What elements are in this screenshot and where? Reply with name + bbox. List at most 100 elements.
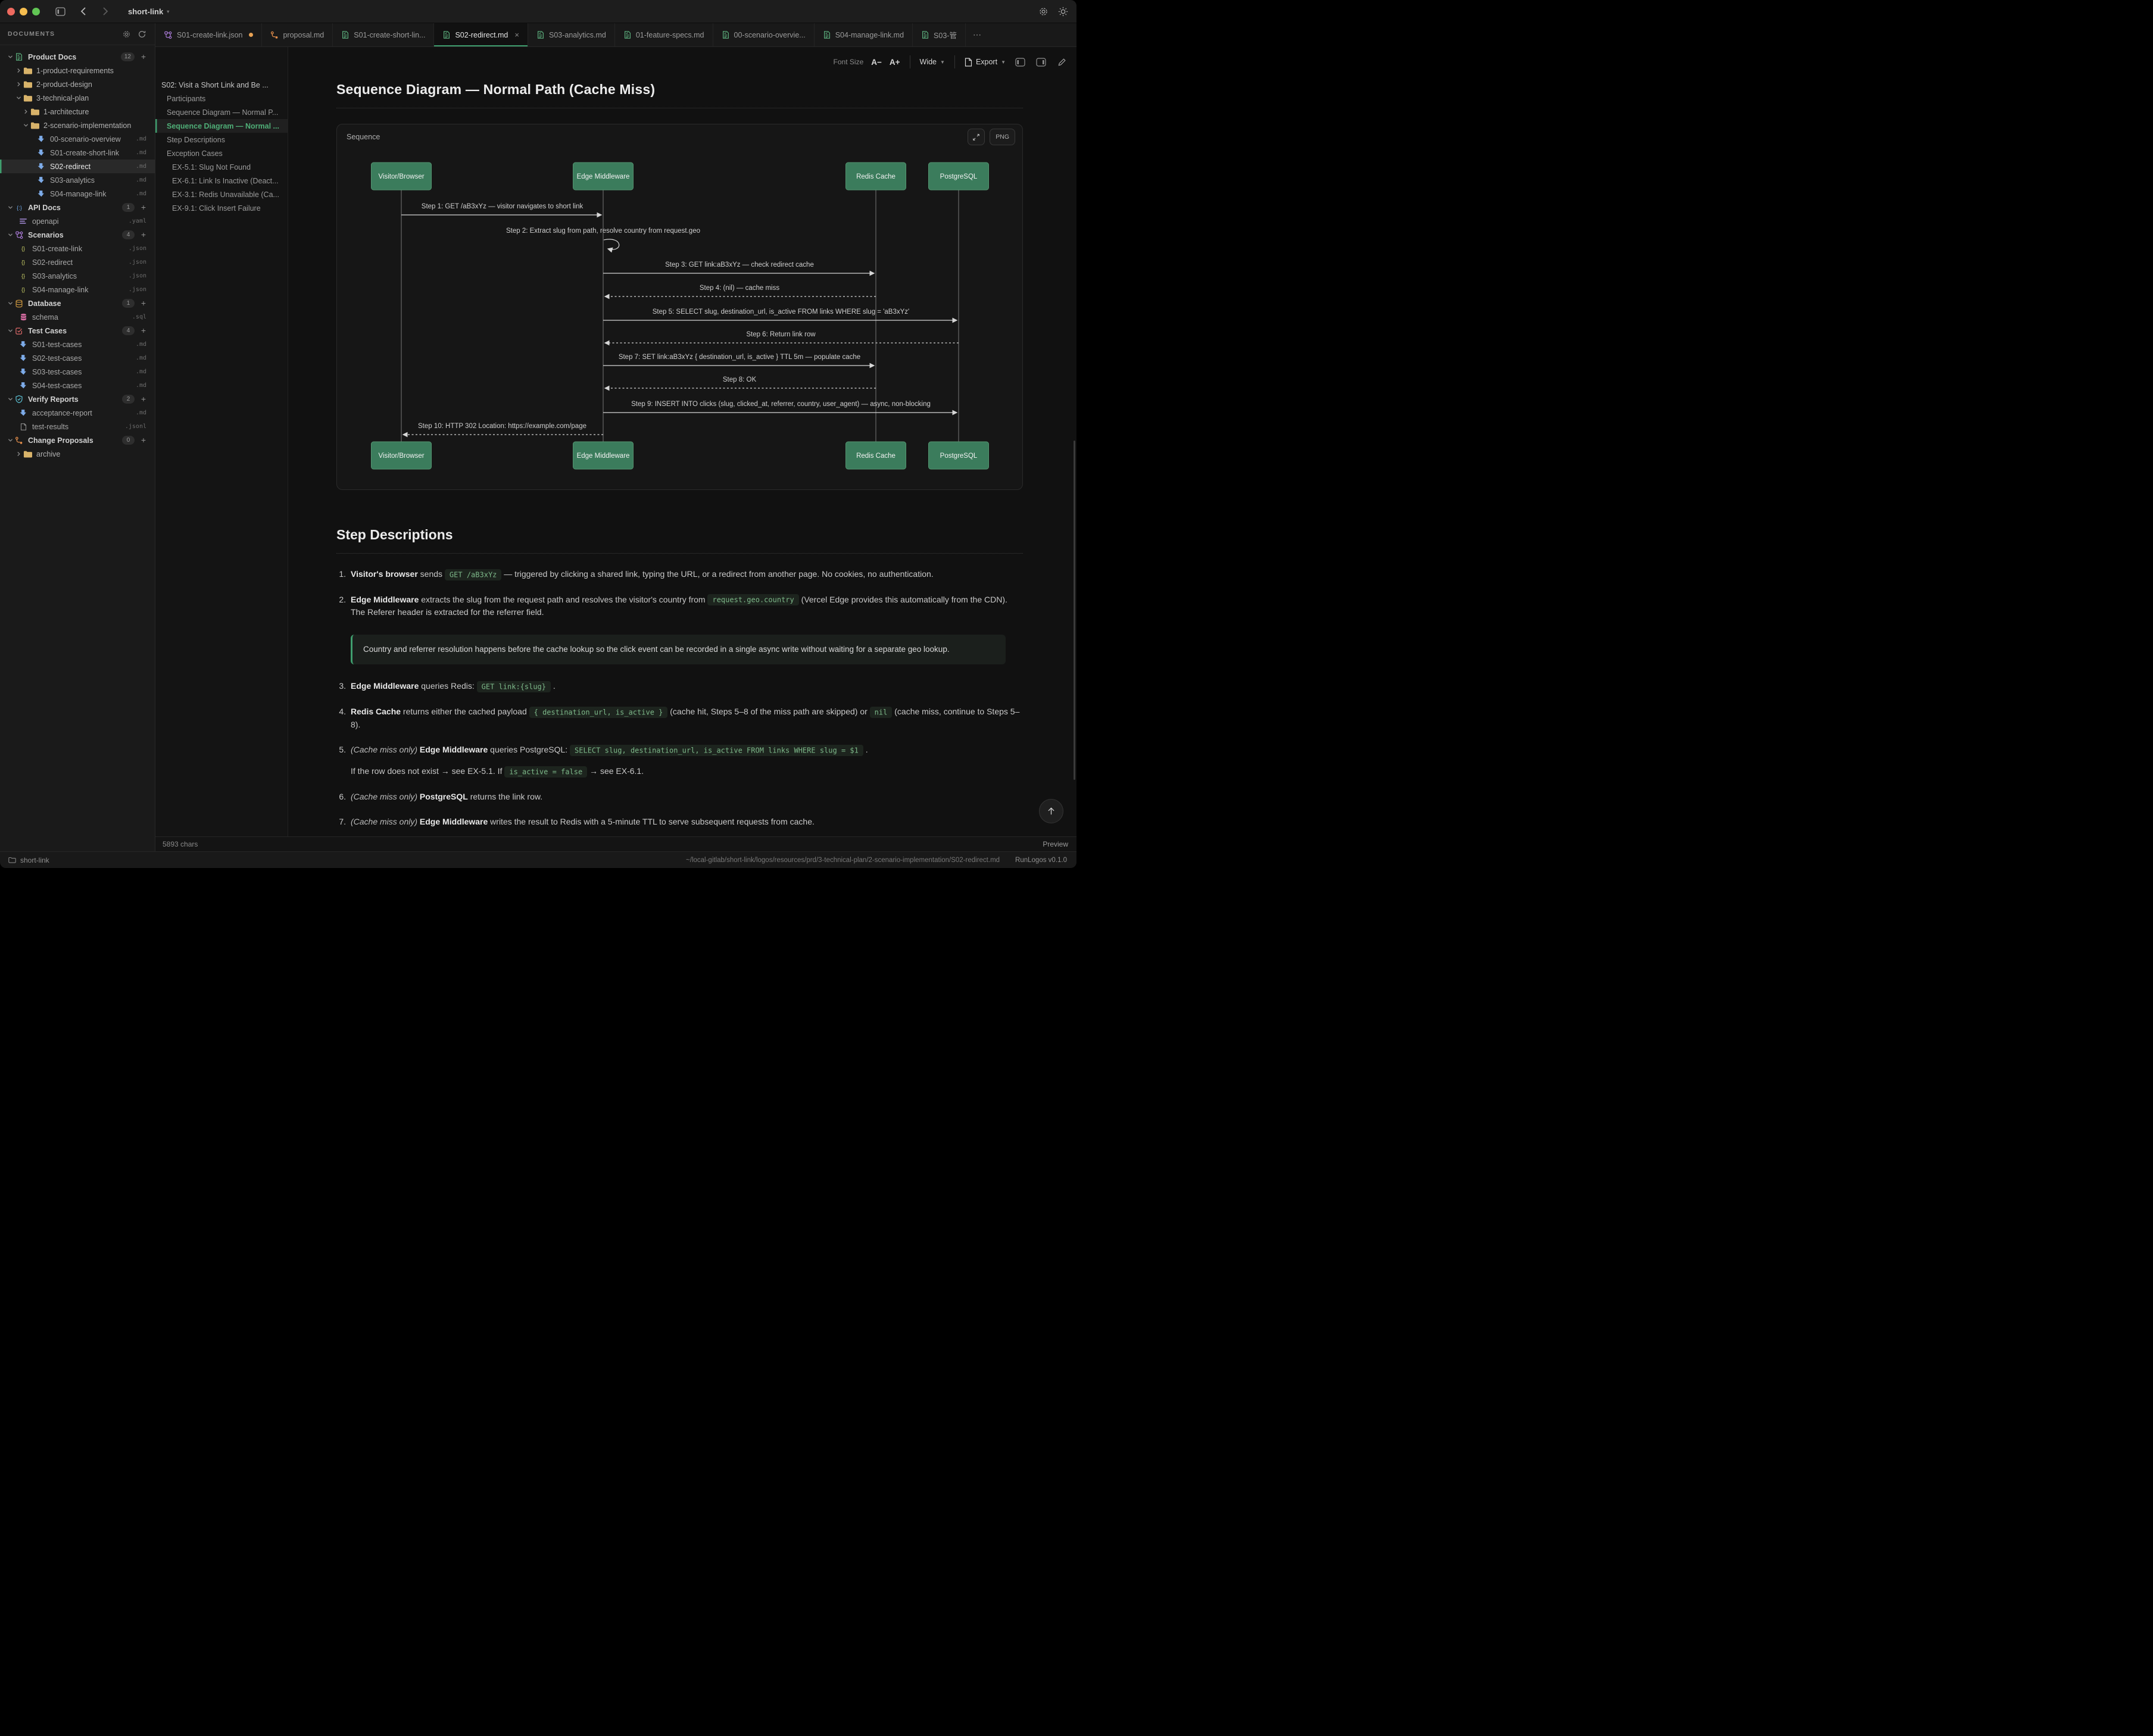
window-title[interactable]: short-link▾ bbox=[128, 7, 169, 16]
chevron-right-icon[interactable] bbox=[14, 450, 23, 458]
export-button[interactable]: Export▼ bbox=[965, 58, 1006, 67]
sidebar-item-api-docs[interactable]: {:}API Docs1+ bbox=[0, 201, 155, 214]
add-item-button[interactable]: + bbox=[139, 203, 148, 213]
add-item-button[interactable]: + bbox=[139, 436, 148, 445]
tab-s04-manage-link-md[interactable]: S04-manage-link.md bbox=[815, 23, 913, 46]
sidebar-item-s01-create-link[interactable]: {}S01-create-link.json bbox=[0, 242, 155, 255]
tab-01-feature-specs-md[interactable]: 01-feature-specs.md bbox=[615, 23, 713, 46]
sidebar-item-s04-manage-link[interactable]: {}S04-manage-link.json bbox=[0, 283, 155, 296]
sidebar-item-s01-create-short-link[interactable]: S01-create-short-link.md bbox=[0, 146, 155, 160]
sidebar-toggle-icon[interactable] bbox=[53, 4, 67, 18]
sidebar-item-2-product-design[interactable]: 2-product-design bbox=[0, 77, 155, 91]
forward-icon[interactable] bbox=[98, 4, 113, 18]
width-mode-dropdown[interactable]: Wide▼ bbox=[920, 58, 945, 66]
font-decrease-button[interactable]: A− bbox=[871, 58, 882, 67]
panel-left-toggle-icon[interactable] bbox=[1013, 55, 1026, 68]
refresh-icon[interactable] bbox=[136, 28, 148, 40]
toc-item-ex-9-1-click-insert-failure[interactable]: EX-9.1: Click Insert Failure bbox=[155, 201, 288, 215]
export-png-button[interactable]: PNG bbox=[990, 129, 1015, 145]
sidebar-item-1-architecture[interactable]: 1-architecture bbox=[0, 105, 155, 118]
toc-item-step-descriptions[interactable]: Step Descriptions bbox=[155, 133, 288, 146]
chevron-right-icon[interactable] bbox=[14, 67, 23, 75]
chevron-down-icon[interactable] bbox=[6, 231, 14, 239]
sidebar-item-openapi[interactable]: openapi.yaml bbox=[0, 214, 155, 228]
toc-item-ex-6-1-link-is-inactive-deact[interactable]: EX-6.1: Link Is Inactive (Deact... bbox=[155, 174, 288, 188]
sidebar-item-s03-test-cases[interactable]: S03-test-cases.md bbox=[0, 365, 155, 379]
tab-s01-create-short-lin-[interactable]: S01-create-short-lin... bbox=[333, 23, 434, 46]
sidebar-item-3-technical-plan[interactable]: 3-technical-plan bbox=[0, 91, 155, 105]
maximize-window-button[interactable] bbox=[32, 8, 40, 15]
folder-icon bbox=[8, 857, 16, 863]
sidebar-gear-icon[interactable] bbox=[120, 28, 132, 40]
toc-item-ex-5-1-slug-not-found[interactable]: EX-5.1: Slug Not Found bbox=[155, 160, 288, 174]
sidebar-item-s03-analytics[interactable]: S03-analytics.md bbox=[0, 173, 155, 187]
sidebar-item-scenarios[interactable]: Scenarios4+ bbox=[0, 228, 155, 242]
sidebar-item-product-docs[interactable]: Product Docs12+ bbox=[0, 50, 155, 64]
add-item-button[interactable]: + bbox=[139, 395, 148, 404]
sidebar-item-s02-redirect[interactable]: S02-redirect.md bbox=[0, 160, 155, 173]
chevron-down-icon[interactable] bbox=[6, 299, 14, 308]
sidebar-item-s01-test-cases[interactable]: S01-test-cases.md bbox=[0, 338, 155, 351]
tab-proposal-md[interactable]: proposal.md bbox=[262, 23, 333, 46]
scrollbar-thumb[interactable] bbox=[1074, 441, 1075, 780]
chevron-down-icon[interactable] bbox=[21, 121, 30, 130]
add-item-button[interactable]: + bbox=[139, 299, 148, 308]
sidebar-item-1-product-requirements[interactable]: 1-product-requirements bbox=[0, 64, 155, 77]
sidebar-item-verify-reports[interactable]: Verify Reports2+ bbox=[0, 392, 155, 406]
sidebar-item-change-proposals[interactable]: Change Proposals0+ bbox=[0, 433, 155, 447]
tab-s01-create-link-json[interactable]: S01-create-link.json bbox=[155, 23, 262, 46]
sidebar-item-2-scenario-implementation[interactable]: 2-scenario-implementation bbox=[0, 118, 155, 132]
lines-purple-icon bbox=[18, 217, 28, 226]
chevron-down-icon[interactable] bbox=[6, 204, 14, 212]
sidebar-item-database[interactable]: Database1+ bbox=[0, 296, 155, 310]
add-item-button[interactable]: + bbox=[139, 52, 148, 62]
tab-s03-[interactable]: S03-管 bbox=[913, 23, 966, 46]
settings-gear-icon[interactable] bbox=[1038, 7, 1049, 17]
sidebar-item-s04-manage-link[interactable]: S04-manage-link.md bbox=[0, 187, 155, 201]
chevron-down-icon[interactable] bbox=[6, 436, 14, 445]
chevron-down-icon[interactable] bbox=[6, 395, 14, 404]
edit-pencil-icon[interactable] bbox=[1055, 55, 1068, 68]
back-icon[interactable] bbox=[76, 4, 90, 18]
sidebar-item-archive[interactable]: archive bbox=[0, 447, 155, 461]
chevron-down-icon[interactable] bbox=[6, 327, 14, 335]
toc-item-s02-visit-a-short-link-and-be[interactable]: S02: Visit a Short Link and Be ... bbox=[155, 78, 288, 92]
scroll-to-top-button[interactable] bbox=[1039, 799, 1063, 823]
preview-mode-label[interactable]: Preview bbox=[1043, 840, 1068, 848]
chevron-down-icon[interactable] bbox=[6, 53, 14, 61]
sidebar-item-s03-analytics[interactable]: {}S03-analytics.json bbox=[0, 269, 155, 283]
sidebar-item-s02-redirect[interactable]: {}S02-redirect.json bbox=[0, 255, 155, 269]
panel-right-toggle-icon[interactable] bbox=[1034, 55, 1047, 68]
step-number: 3. bbox=[336, 680, 346, 693]
tab-s02-redirect-md[interactable]: S02-redirect.md× bbox=[434, 23, 528, 46]
font-increase-button[interactable]: A+ bbox=[890, 58, 900, 67]
sidebar-item-test-cases[interactable]: Test Cases4+ bbox=[0, 324, 155, 338]
sidebar-item-s02-test-cases[interactable]: S02-test-cases.md bbox=[0, 351, 155, 365]
chevron-right-icon[interactable] bbox=[14, 80, 23, 89]
chevron-down-icon[interactable] bbox=[14, 94, 23, 102]
chevron-right-icon[interactable] bbox=[21, 108, 30, 116]
minimize-window-button[interactable] bbox=[20, 8, 27, 15]
more-tabs-button[interactable]: ⋯ bbox=[966, 23, 990, 46]
sidebar-item-test-results[interactable]: test-results.jsonl bbox=[0, 420, 155, 433]
sidebar-item-label: Database bbox=[28, 299, 61, 308]
toc-item-ex-3-1-redis-unavailable-ca[interactable]: EX-3.1: Redis Unavailable (Ca... bbox=[155, 188, 288, 201]
toc-item-sequence-diagram-normal-p[interactable]: Sequence Diagram — Normal P... bbox=[155, 105, 288, 119]
expand-diagram-button[interactable] bbox=[968, 129, 985, 145]
sidebar-item-00-scenario-overview[interactable]: 00-scenario-overview.md bbox=[0, 132, 155, 146]
sidebar-item-schema[interactable]: schema.sql bbox=[0, 310, 155, 324]
theme-sun-icon[interactable] bbox=[1058, 7, 1068, 17]
tab-00-scenario-overvie-[interactable]: 00-scenario-overvie... bbox=[713, 23, 815, 46]
sidebar-item-acceptance-report[interactable]: acceptance-report.md bbox=[0, 406, 155, 420]
toc-item-exception-cases[interactable]: Exception Cases bbox=[155, 146, 288, 160]
toc-item-sequence-diagram-normal[interactable]: Sequence Diagram — Normal ... bbox=[155, 119, 288, 133]
sidebar-item-s04-test-cases[interactable]: S04-test-cases.md bbox=[0, 379, 155, 392]
add-item-button[interactable]: + bbox=[139, 230, 148, 240]
toc-item-participants[interactable]: Participants bbox=[155, 92, 288, 105]
message-label: Step 2: Extract slug from path, resolve … bbox=[506, 227, 700, 235]
close-tab-icon[interactable]: × bbox=[514, 30, 519, 39]
tab-s03-analytics-md[interactable]: S03-analytics.md bbox=[528, 23, 615, 46]
md-arrow-icon bbox=[36, 176, 46, 185]
close-window-button[interactable] bbox=[7, 8, 15, 15]
add-item-button[interactable]: + bbox=[139, 326, 148, 336]
